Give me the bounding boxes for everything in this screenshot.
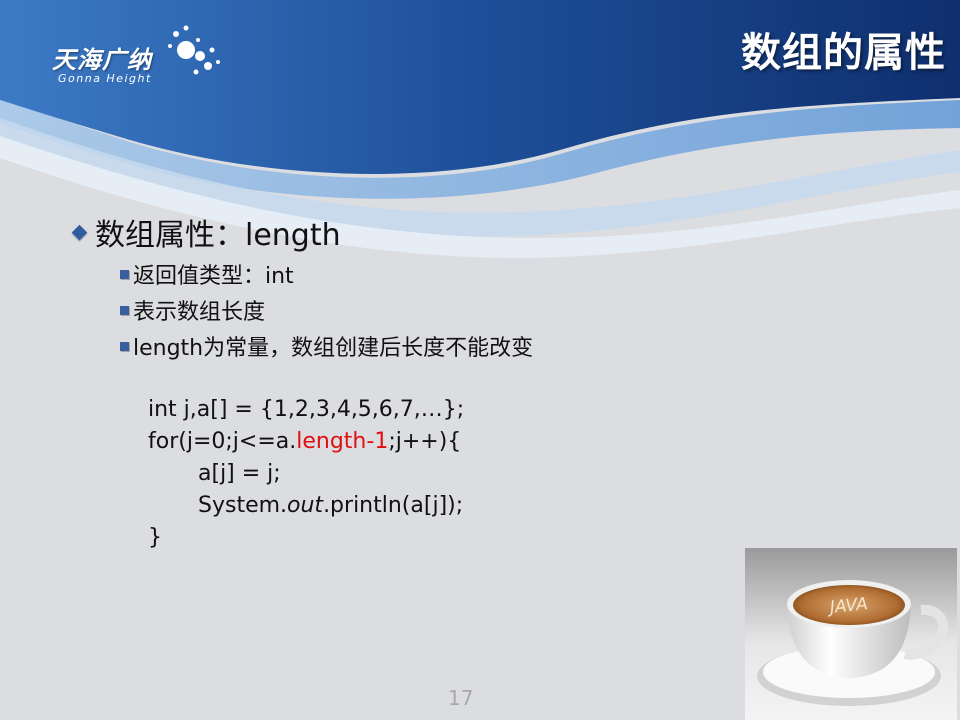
code-text: ;j++){ (388, 429, 462, 454)
code-line: a[j] = j; (198, 461, 281, 486)
sub-bullet: 表示数组长度 (120, 294, 533, 326)
sub-bullet-text: 返回值类型：int (133, 264, 294, 289)
main-bullet-text: 数组属性：length (95, 218, 341, 253)
code-line: } (148, 525, 162, 550)
sub-bullet-text: 表示数组长度 (133, 300, 266, 325)
diamond-bullet-icon (71, 224, 88, 240)
code-text: .println(a[j]); (323, 493, 464, 518)
sub-bullet: length为常量，数组创建后长度不能改变 (120, 330, 533, 362)
code-line: System.out.println(a[j]); (148, 490, 464, 522)
square-bullet-icon (120, 269, 129, 279)
code-block: int j,a[] = {1,2,3,4,5,6,7,…}; for(j=0;j… (148, 394, 464, 554)
cup-text: JAVA (826, 594, 869, 618)
java-coffee-cup-image: JAVA (745, 548, 957, 720)
code-italic: out (287, 493, 324, 518)
slide-title: 数组的属性 (741, 30, 946, 76)
main-bullet: 数组属性：length (70, 210, 533, 254)
bullet-list: 数组属性：length 返回值类型：int 表示数组长度 length为常量，数… (70, 210, 533, 362)
code-text: System. (198, 493, 288, 518)
logo-chinese-text: 天海广纳 (52, 46, 152, 74)
square-bullet-icon (120, 305, 129, 315)
sub-bullet-text: length为常量，数组创建后长度不能改变 (133, 336, 534, 361)
code-highlight: length-1 (296, 429, 389, 454)
logo-english-text: Gonna Height (58, 72, 152, 85)
code-text: for(j=0;j<=a. (148, 429, 297, 454)
page-number: 17 (448, 686, 474, 710)
code-line: int j,a[] = {1,2,3,4,5,6,7,…}; (148, 397, 465, 422)
company-logo: 天海广纳 Gonna Height (46, 18, 226, 88)
slide: 天海广纳 Gonna Height 数组的属性 数组属性：length 返回值类… (0, 0, 960, 720)
square-bullet-icon (120, 341, 129, 351)
logo-bubbles-icon (168, 25, 220, 75)
code-line: for(j=0;j<=a.length-1;j++){ (148, 426, 464, 458)
sub-bullet: 返回值类型：int (120, 258, 533, 290)
